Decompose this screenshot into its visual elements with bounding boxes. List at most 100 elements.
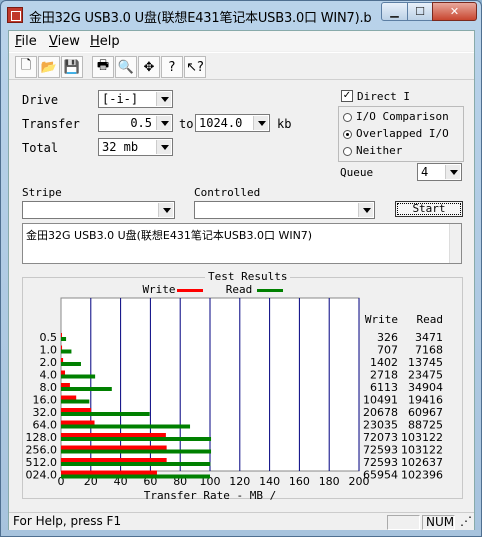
context-help-icon[interactable]: ↖? [184,56,206,78]
read-value: 23475 [408,369,443,382]
transfer-to-select[interactable]: 1024.0 [195,114,270,132]
app-icon[interactable] [7,7,23,23]
controlled-select[interactable] [194,201,375,219]
stripe-select[interactable] [22,201,175,219]
x-tick-label: 160 [289,475,310,488]
drive-label: Drive [22,93,59,107]
read-bar [61,462,211,466]
menu-file[interactable]: File [15,34,37,49]
overlapped-label: Overlapped I/O [356,127,449,140]
new-icon[interactable]: 🗋 [15,56,37,78]
read-bar [61,349,72,354]
read-value: 13745 [408,356,443,369]
write-bar [61,370,66,375]
queue-select[interactable]: 4 [417,163,462,181]
chevron-down-icon[interactable] [358,203,373,217]
read-value: 102396 [401,469,443,482]
write-value: 2718 [370,369,398,382]
read-bar [61,437,212,441]
description-scrollbar[interactable] [449,224,461,263]
read-bar [61,474,210,479]
read-value: 88725 [408,419,443,432]
direct-io-label: Direct I [357,90,410,103]
y-tick-label: 32.0 [33,406,58,419]
read-bar [61,424,191,429]
read-value: 19416 [408,394,443,407]
y-tick-label: 0.5 [40,331,58,344]
minimize-button[interactable]: ▁ [381,2,408,21]
read-value: 102637 [401,456,443,469]
write-bar [61,408,92,412]
save-icon[interactable]: 💾 [61,56,83,78]
write-value: 6113 [370,381,398,394]
y-tick-label: 4.0 [40,369,58,382]
results-chart: 0 20 40 60 80 100 120 140 160 180 200Transfer Rate… [26,283,444,502]
resize-grip-icon[interactable]: ⋰ [457,515,472,530]
read-bar [61,337,67,341]
transfer-from-select[interactable]: 0.5 [98,114,173,132]
legend-write-label: Write [142,283,175,296]
chevron-down-icon[interactable] [156,140,171,154]
legend-read-swatch [257,289,283,292]
io-options-group: I/O Comparison Overlapped I/O Neither [338,106,464,162]
print-icon[interactable]: 🖶 [92,56,114,78]
print-preview-icon[interactable]: 🔍 [115,56,137,78]
menu-view[interactable]: View [49,34,80,49]
x-tick-label: 120 [229,475,250,488]
write-value: 72593 [363,456,398,469]
status-num: NUM [422,515,455,530]
write-bar [61,395,77,400]
write-bar [61,345,63,350]
chevron-down-icon[interactable] [158,203,173,217]
description-field[interactable]: 金田32G USB3.0 U盘(联想E431笔记本USB3.0口 WIN7) [22,223,462,264]
io-comparison-radio[interactable] [343,113,352,122]
write-bar [61,433,166,437]
write-value: 1402 [370,356,398,369]
direct-io-checkbox[interactable]: ✓ [341,90,353,102]
app-window: 金田32G USB3.0 U盘(联想E431笔记本USB3.0口 WIN7).b… [0,0,482,537]
title-bar[interactable]: 金田32G USB3.0 U盘(联想E431笔记本USB3.0口 WIN7).b… [1,1,481,30]
menu-help[interactable]: Help [90,34,120,49]
x-tick-label: 140 [259,475,280,488]
close-button[interactable]: ✕ [432,2,477,21]
write-bar [61,458,167,462]
move-icon[interactable]: ✥ [138,56,160,78]
client-area: File View Help 🗋 📂 💾 🖶 🔍 ✥ ? ↖? Drive [-… [8,30,475,530]
chevron-down-icon[interactable] [156,116,171,130]
drive-select[interactable]: [-i-] [98,90,173,108]
transfer-label: Transfer [22,117,80,131]
neither-radio[interactable] [343,147,352,156]
y-tick-label: 128.0 [26,431,58,444]
write-value: 707 [377,344,398,357]
total-select[interactable]: 32 mb [98,138,173,156]
help-icon[interactable]: ? [161,56,183,78]
read-bar [61,399,90,404]
write-value: 72073 [363,431,398,444]
x-tick-label: 180 [319,475,340,488]
y-tick-label: 8.0 [40,381,58,394]
y-tick-label: 024.0 [26,469,58,482]
status-help-text: For Help, press F1 [13,514,122,528]
read-value: 60967 [408,406,443,419]
maximize-button[interactable]: ☐ [407,2,433,21]
transfer-to-word: to [179,117,194,131]
start-button[interactable]: Start [395,201,463,217]
total-value: 32 mb [102,140,139,154]
description-text: 金田32G USB3.0 U盘(联想E431笔记本USB3.0口 WIN7) [26,229,313,242]
chevron-down-icon[interactable] [156,92,171,106]
write-column-header: Write [365,313,398,326]
window-title: 金田32G USB3.0 U盘(联想E431笔记本USB3.0口 WIN7).b… [29,11,371,26]
read-bar [61,449,212,454]
read-bar [61,374,96,379]
open-icon[interactable]: 📂 [38,56,60,78]
read-value: 7168 [415,344,443,357]
y-tick-label: 64.0 [33,419,58,432]
total-label: Total [22,141,59,155]
overlapped-radio[interactable] [343,130,352,139]
chevron-down-icon[interactable] [445,165,460,179]
write-bar [61,333,62,337]
legend-read-label: Read [226,283,253,296]
queue-value: 4 [421,165,429,179]
chevron-down-icon[interactable] [253,116,268,130]
legend-write-swatch [177,289,203,292]
